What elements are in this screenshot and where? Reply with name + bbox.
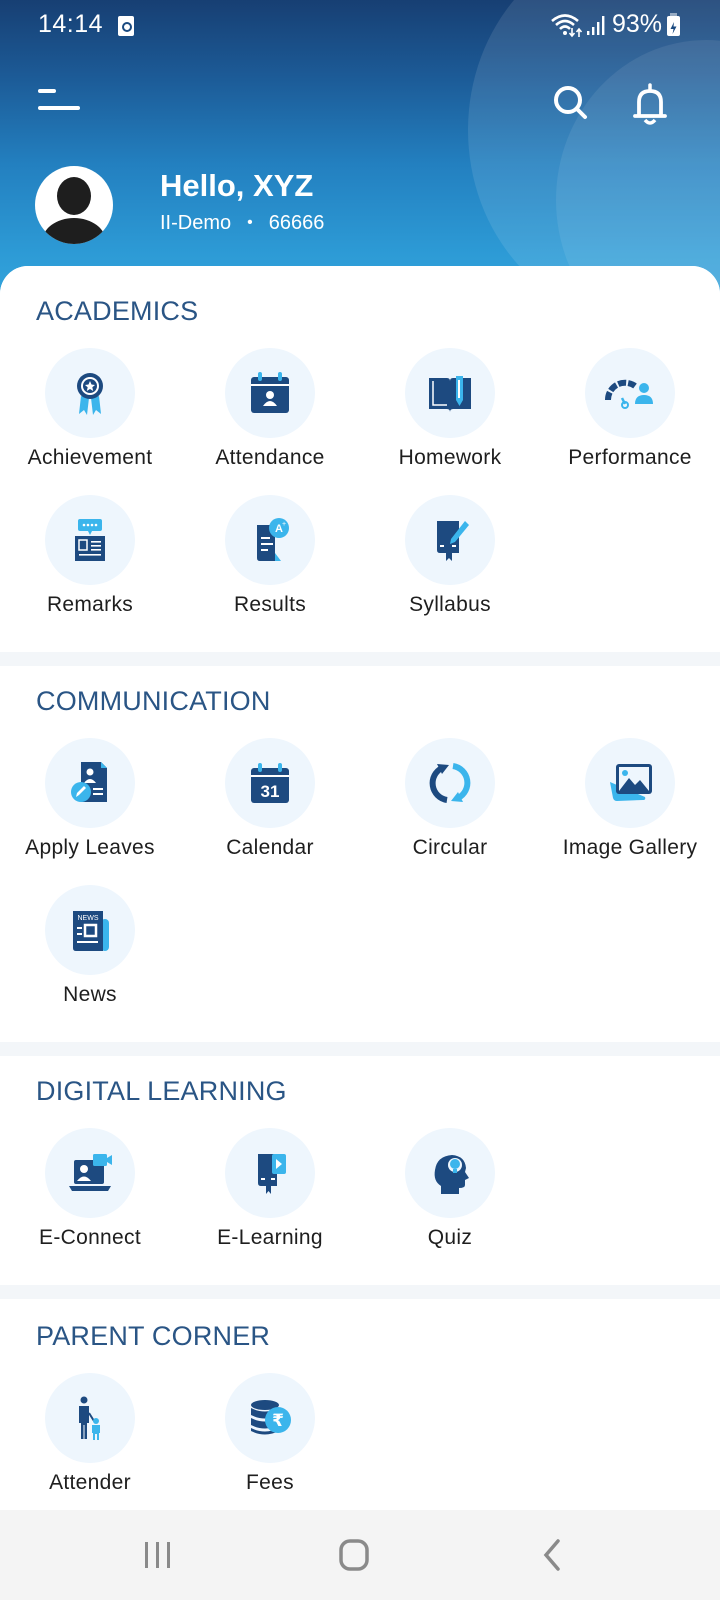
refresh-circular-icon <box>429 763 471 803</box>
menu-item-label: Calendar <box>226 836 314 859</box>
menu-item-news[interactable]: NEWS News <box>2 885 178 1007</box>
section-title: PARENT CORNER <box>36 1321 271 1351</box>
signal-icon <box>587 16 605 35</box>
menu-item-quiz[interactable]: Quiz <box>362 1128 538 1250</box>
status-bar: 14:14 93% <box>0 0 720 48</box>
calendar-day-text: 31 <box>261 782 280 801</box>
menu-item-apply-leaves[interactable]: Apply Leaves <box>2 738 178 860</box>
section-academics: ACADEMICS Achievement Attendance Homewor… <box>0 266 720 652</box>
calendar-person-icon <box>251 372 289 413</box>
clock-alarm-icon <box>118 16 134 36</box>
menu-button[interactable] <box>38 86 82 114</box>
separator-dot: • <box>247 214 253 231</box>
menu-item-e-learning[interactable]: E-Learning <box>182 1128 358 1250</box>
svg-text:+: + <box>282 521 286 528</box>
menu-item-label: Remarks <box>46 593 134 616</box>
menu-item-circular[interactable]: Circular <box>362 738 538 860</box>
student-info: II-Demo • 66666 <box>160 212 324 235</box>
menu-item-label: Attendance <box>215 446 325 469</box>
menu-item-label: News <box>63 983 117 1006</box>
svg-text:₹: ₹ <box>272 1411 284 1431</box>
comment-document-icon <box>75 519 105 561</box>
bell-icon[interactable] <box>630 82 670 128</box>
menu-item-e-connect[interactable]: E-Connect <box>2 1128 178 1250</box>
status-time: 14:14 <box>38 10 104 38</box>
menu-item-attendance[interactable]: Attendance <box>182 348 358 470</box>
section-title: COMMUNICATION <box>36 686 271 716</box>
menu-item-label: Results <box>233 593 307 616</box>
menu-item-achievement[interactable]: Achievement <box>2 348 178 470</box>
avatar[interactable] <box>35 166 113 244</box>
menu-item-remarks[interactable]: Remarks <box>2 495 178 617</box>
wifi-icon <box>551 14 583 38</box>
video-call-laptop-icon <box>69 1154 112 1191</box>
dashboard-content: ACADEMICS Achievement Attendance Homewor… <box>0 266 720 1516</box>
section-title: ACADEMICS <box>36 296 199 326</box>
menu-item-label: Performance <box>568 446 692 469</box>
menu-item-fees[interactable]: ₹ Fees <box>182 1373 358 1495</box>
menu-item-label: Syllabus <box>409 593 491 616</box>
menu-icon-line <box>38 106 80 110</box>
user-silhouette-icon <box>42 177 106 244</box>
battery-percent: 93% <box>612 10 663 38</box>
parent-child-icon <box>79 1396 100 1440</box>
menu-item-results[interactable]: A + Results <box>182 495 358 617</box>
rupee-coins-icon: ₹ <box>251 1400 291 1435</box>
greeting-text: Hello, XYZ <box>160 168 314 203</box>
student-id: 66666 <box>268 212 325 234</box>
home-icon[interactable] <box>324 1532 384 1578</box>
menu-item-attender[interactable]: Attender <box>2 1373 178 1495</box>
leave-form-icon <box>71 762 107 802</box>
menu-icon-line <box>38 89 56 93</box>
calendar-icon: 31 <box>251 763 289 803</box>
recents-icon[interactable] <box>128 1532 188 1578</box>
menu-item-label: E-Learning <box>217 1226 323 1249</box>
menu-item-label: Apply Leaves <box>25 836 155 859</box>
book-video-icon <box>258 1154 286 1194</box>
book-edit-icon <box>437 521 469 561</box>
section-digital-learning: DIGITAL LEARNING E-Connect E-Learning Qu… <box>0 1056 720 1285</box>
menu-item-calendar[interactable]: 31 Calendar <box>182 738 358 860</box>
section-parent-corner: PARENT CORNER Attender ₹ Fees <box>0 1299 720 1516</box>
menu-item-label: Homework <box>398 446 502 469</box>
section-divider <box>0 1285 720 1299</box>
back-icon[interactable] <box>522 1532 582 1578</box>
system-nav-bar <box>0 1510 720 1600</box>
battery-charging-icon <box>667 13 680 36</box>
newspaper-icon: NEWS <box>73 911 109 951</box>
app-header: 14:14 93% Hello, XYZ II-Demo • 66666 <box>0 0 720 300</box>
news-icon-text: NEWS <box>78 915 99 922</box>
menu-item-label: Achievement <box>27 446 153 469</box>
screen: 14:14 93% Hello, XYZ II-Demo • 66666 ACA… <box>0 0 720 1600</box>
menu-item-label: Fees <box>246 1471 294 1494</box>
section-divider <box>0 1042 720 1056</box>
gauge-person-icon <box>605 379 653 409</box>
award-ribbon-icon <box>77 373 103 415</box>
menu-item-label: E-Connect <box>39 1226 141 1249</box>
grade-document-icon: A + <box>257 518 289 561</box>
class-name: II-Demo <box>160 212 232 234</box>
section-title: DIGITAL LEARNING <box>36 1076 287 1106</box>
section-divider <box>0 652 720 666</box>
head-lightbulb-icon <box>434 1155 469 1194</box>
menu-item-homework[interactable]: Homework <box>362 348 538 470</box>
book-pencil-icon <box>429 376 471 412</box>
menu-item-label: Attender <box>49 1471 131 1494</box>
menu-item-syllabus[interactable]: Syllabus <box>362 495 538 617</box>
search-icon[interactable] <box>550 82 590 122</box>
menu-item-label: Image Gallery <box>562 836 698 859</box>
image-gallery-icon <box>610 764 652 801</box>
menu-item-performance[interactable]: Performance <box>542 348 718 470</box>
menu-item-image-gallery[interactable]: Image Gallery <box>542 738 718 860</box>
menu-item-label: Quiz <box>427 1226 473 1249</box>
menu-item-label: Circular <box>412 836 488 859</box>
section-communication: COMMUNICATION Apply Leaves 31 Calendar C… <box>0 666 720 1042</box>
